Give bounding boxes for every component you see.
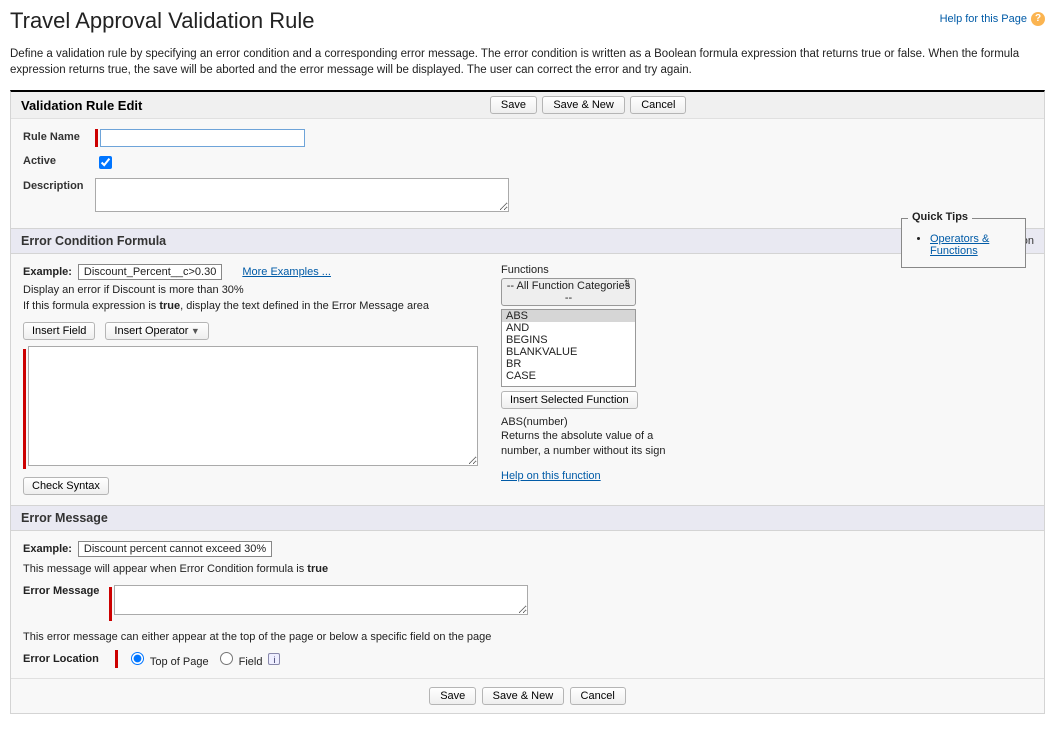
true-hint: If this formula expression is true, disp… [23,300,483,312]
error-example-box: Discount percent cannot exceed 30% [78,541,272,557]
error-location-label: Error Location [23,653,109,665]
insert-selected-function-button[interactable]: Insert Selected Function [501,391,638,409]
function-list-item[interactable]: BR [502,358,635,370]
error-appear-hint: This message will appear when Error Cond… [23,563,1032,575]
help-for-page-link[interactable]: Help for this Page ? [940,12,1045,26]
save-button[interactable]: Save [490,96,537,114]
error-message-textarea[interactable] [114,585,528,615]
field-radio[interactable] [220,652,233,665]
cancel-button[interactable]: Cancel [630,96,686,114]
formula-textarea[interactable] [28,346,478,466]
required-indicator [23,349,26,469]
top-of-page-radio[interactable] [131,652,144,665]
help-icon: ? [1031,12,1045,26]
function-list-item[interactable]: BEGINS [502,334,635,346]
cancel-button-footer[interactable]: Cancel [570,687,626,705]
required-indicator [115,650,118,668]
check-syntax-button[interactable]: Check Syntax [23,477,109,495]
page-description: Define a validation rule by specifying a… [10,46,1045,78]
operators-functions-link[interactable]: Operators & Functions [930,233,989,257]
save-button-footer[interactable]: Save [429,687,476,705]
error-location-hint: This error message can either appear at … [23,631,1032,643]
function-list-item[interactable]: BLANKVALUE [502,346,635,358]
function-category-select[interactable]: -- All Function Categories -- [501,278,636,306]
rule-name-label: Rule Name [23,129,95,143]
rule-name-input[interactable] [100,129,305,147]
insert-field-button[interactable]: Insert Field [23,322,95,340]
example-label: Example: [23,266,72,278]
field-radio-label[interactable]: Field [215,649,263,668]
function-list[interactable]: ABSANDBEGINSBLANKVALUEBRCASE [501,309,636,387]
error-message-label: Error Message [23,585,109,597]
panel-title: Validation Rule Edit [21,98,142,113]
function-list-item[interactable]: AND [502,322,635,334]
function-description: ABS(number) Returns the absolute value o… [501,415,681,458]
quick-tips-title: Quick Tips [908,211,972,223]
active-label: Active [23,153,95,167]
info-icon[interactable]: i [268,653,280,665]
error-condition-formula-title: Error Condition Formula [21,234,166,248]
top-of-page-radio-label[interactable]: Top of Page [126,649,209,668]
function-list-item[interactable]: CASE [502,370,635,382]
example-formula-box: Discount_Percent__c>0.30 [78,264,222,280]
help-on-function-link[interactable]: Help on this function [501,470,601,482]
description-textarea[interactable] [95,178,509,212]
page-title: Travel Approval Validation Rule [10,8,315,34]
help-for-page-text: Help for this Page [940,13,1027,25]
description-label: Description [23,178,95,192]
error-message-title: Error Message [21,511,108,525]
functions-label: Functions [501,264,681,276]
required-indicator [109,587,112,621]
save-and-new-button-footer[interactable]: Save & New [482,687,565,705]
function-list-item[interactable]: ABS [502,310,635,322]
required-indicator [95,129,98,147]
quick-tips-box: Quick Tips Operators & Functions [901,218,1026,268]
active-checkbox[interactable] [99,156,112,169]
insert-operator-button[interactable]: Insert Operator [105,322,208,340]
error-example-label: Example: [23,543,72,555]
example-hint: Display an error if Discount is more tha… [23,284,483,296]
save-and-new-button[interactable]: Save & New [542,96,625,114]
more-examples-link[interactable]: More Examples ... [242,266,331,278]
